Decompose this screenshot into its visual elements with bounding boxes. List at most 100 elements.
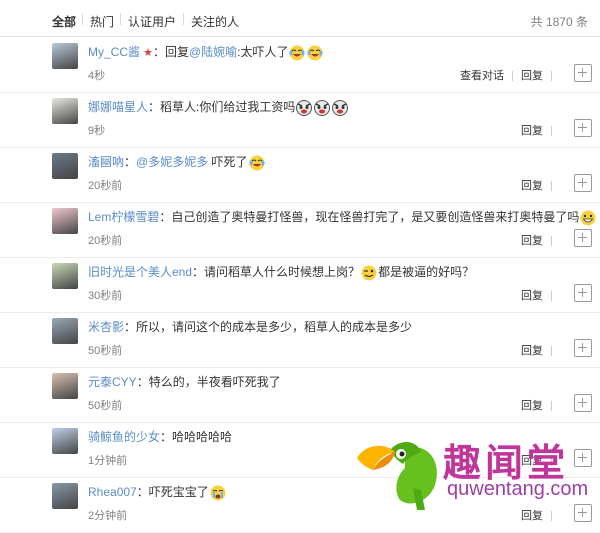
avatar[interactable] <box>52 208 78 234</box>
reply-prefix: ： <box>159 210 172 224</box>
action-divider <box>551 71 552 82</box>
comment-actions: 查看对话 回复 <box>460 67 560 83</box>
tab-all[interactable]: 全部 <box>52 13 76 30</box>
comment-time: 50秒前 <box>88 345 123 357</box>
verified-star-icon: ★ <box>140 47 153 59</box>
action-divider <box>551 126 552 137</box>
comment-content: 米杏影：所以，请问这个的成本是多少，稻草人的成本是多少 <box>88 319 412 335</box>
comment-content: 旧时光是个美人end：请问稻草人什么时候想上岗？ 都是被逼的好吗？ <box>88 264 474 281</box>
avatar[interactable] <box>52 318 78 344</box>
cry-emoticon-icon <box>210 485 226 501</box>
action-divider <box>551 511 552 522</box>
comment-content: Lem柠檬雪碧：自己创造了奥特曼打怪兽，现在怪兽打完了，是又要创造怪兽来打奥特曼… <box>88 209 597 226</box>
filter-tabs: 全部 热门 认证用户 关注的人 共 1870 条 <box>0 0 600 37</box>
mention-link[interactable]: @多妮多妮多 <box>136 155 208 169</box>
tab-hot[interactable]: 热门 <box>90 13 114 30</box>
avatar[interactable] <box>52 428 78 454</box>
like-button-icon[interactable] <box>574 64 592 82</box>
comment-username[interactable]: 滀圝吶 <box>88 155 124 169</box>
comment-row: 元泰CYY：特么的，半夜看吓死我了 50秒前 回复 <box>0 367 600 423</box>
comment-text: 自己创造了奥特曼打怪兽，现在怪兽打完了，是又要创造怪兽来打奥特曼了吗 <box>171 210 580 224</box>
avatar[interactable] <box>52 43 78 69</box>
tab-divider <box>183 13 184 25</box>
action-divider <box>551 181 552 192</box>
comment-time: 2分钟前 <box>88 510 128 522</box>
comment-username[interactable]: 米杏影 <box>88 320 124 334</box>
comment-text: 哈哈哈哈哈 <box>172 430 233 444</box>
reply-prefix: ： <box>136 485 149 499</box>
comment-username[interactable]: 娜娜喵星人 <box>88 100 148 114</box>
comment-time: 1分钟前 <box>88 455 128 467</box>
reply-prefix: ： <box>192 265 205 279</box>
comment-actions: 回复 <box>521 122 560 138</box>
comment-username[interactable]: 旧时光是个美人end <box>88 265 192 279</box>
comment-actions: 回复 <box>521 232 560 248</box>
avatar[interactable] <box>52 373 78 399</box>
comment-content: 骑鲸鱼的少女：哈哈哈哈哈 <box>88 429 232 445</box>
comment-text-continued: 都是被逼的好吗？ <box>378 265 475 279</box>
reply-prefix: ： <box>136 375 149 389</box>
reply-link[interactable]: 回复 <box>521 125 543 137</box>
comment-row: 米杏影：所以，请问这个的成本是多少，稻草人的成本是多少 50秒前 回复 <box>0 312 600 368</box>
tab-divider <box>82 13 83 25</box>
reply-prefix: ：回复 <box>152 45 189 59</box>
reply-link[interactable]: 回复 <box>521 510 543 522</box>
comment-username[interactable]: 骑鲸鱼的少女 <box>88 430 160 444</box>
comment-time: 20秒前 <box>88 235 123 247</box>
wink-emoticon-icon <box>361 265 377 281</box>
comment-time: 50秒前 <box>88 400 123 412</box>
parrot-logo-icon <box>357 441 437 510</box>
reply-prefix: ： <box>148 100 161 114</box>
laugh-cry-emoticon-icon <box>249 155 265 171</box>
reply-link[interactable]: 回复 <box>521 180 543 192</box>
comment-username[interactable]: Rhea007 <box>88 485 137 499</box>
reply-prefix: ： <box>124 320 137 334</box>
doge-angry-emoticon-icon <box>332 99 349 116</box>
comment-text: 请问稻草人什么时候想上岗？ <box>204 265 361 279</box>
reply-link[interactable]: 回复 <box>521 400 543 412</box>
avatar[interactable] <box>52 263 78 289</box>
like-button-icon[interactable] <box>574 339 592 357</box>
tab-verified-users[interactable]: 认证用户 <box>128 13 176 30</box>
like-button-icon[interactable] <box>574 394 592 412</box>
laugh-cry-emoticon-icon <box>289 45 305 61</box>
doge-angry-emoticon-icon <box>314 99 331 116</box>
avatar[interactable] <box>52 153 78 179</box>
comment-username[interactable]: My_CC酱 <box>88 45 140 59</box>
like-button-icon[interactable] <box>574 229 592 247</box>
avatar[interactable] <box>52 483 78 509</box>
avatar[interactable] <box>52 98 78 124</box>
comment-content: My_CC酱 ★：回复@陆婉喻:太吓人了 <box>88 44 324 61</box>
action-divider <box>512 71 513 82</box>
comment-username[interactable]: 元泰CYY <box>88 375 137 389</box>
view-conversation-link[interactable]: 查看对话 <box>460 70 504 82</box>
comment-text: 所以，请问这个的成本是多少，稻草人的成本是多少 <box>136 320 413 334</box>
reply-prefix: ： <box>160 430 173 444</box>
mention-link[interactable]: @陆婉喻 <box>189 45 237 59</box>
reply-link[interactable]: 回复 <box>521 235 543 247</box>
laugh-cry-emoticon-icon <box>307 45 323 61</box>
doge-angry-emoticon-icon <box>296 99 313 116</box>
action-divider <box>551 346 552 357</box>
comment-row: Lem柠檬雪碧：自己创造了奥特曼打怪兽，现在怪兽打完了，是又要创造怪兽来打奥特曼… <box>0 202 600 258</box>
like-button-icon[interactable] <box>574 284 592 302</box>
comment-time: 30秒前 <box>88 290 123 302</box>
comment-row: 滀圝吶：@多妮多妮多 吓死了 20秒前 回复 <box>0 147 600 203</box>
like-button-icon[interactable] <box>574 119 592 137</box>
reply-prefix: ： <box>124 155 137 169</box>
comment-username[interactable]: Lem柠檬雪碧 <box>88 210 159 224</box>
comment-actions: 回复 <box>521 342 560 358</box>
like-button-icon[interactable] <box>574 174 592 192</box>
watermark-url: quwentang.com <box>447 478 589 500</box>
tab-following[interactable]: 关注的人 <box>191 13 239 30</box>
reply-link[interactable]: 回复 <box>521 290 543 302</box>
comment-time: 9秒 <box>88 125 106 137</box>
comment-row: 旧时光是个美人end：请问稻草人什么时候想上岗？ 都是被逼的好吗？ 30秒前 回复 <box>0 257 600 313</box>
comment-total-count: 共 1870 条 <box>530 15 588 29</box>
comment-time: 20秒前 <box>88 180 123 192</box>
comment-actions: 回复 <box>521 287 560 303</box>
reply-link[interactable]: 回复 <box>521 70 543 82</box>
reply-link[interactable]: 回复 <box>521 345 543 357</box>
action-divider <box>551 291 552 302</box>
comment-actions: 回复 <box>521 177 560 193</box>
